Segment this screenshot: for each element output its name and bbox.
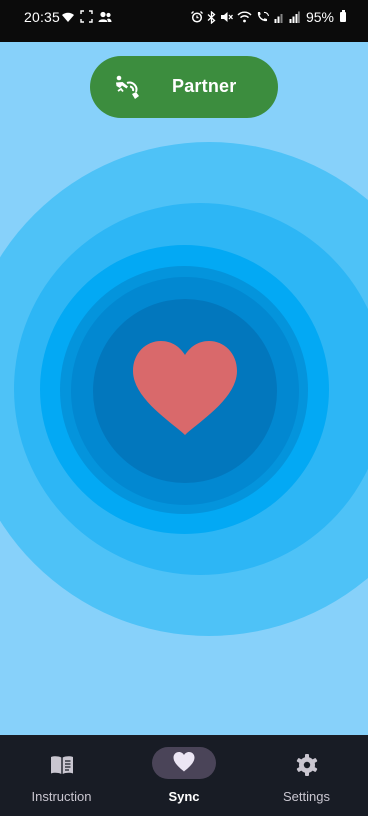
screen-capture-icon [80, 10, 93, 23]
status-time: 20:35 [24, 9, 61, 25]
battery-percent: 95% [305, 9, 334, 25]
partner-label: Partner [172, 76, 237, 96]
nav-item-instruction[interactable]: Instruction [0, 735, 123, 816]
active-indicator [152, 747, 216, 779]
bottom-navigation: Instruction Sync Settings [0, 735, 368, 816]
contacts-icon [98, 11, 112, 22]
wifi-call-icon [257, 11, 270, 22]
wifi-icon [62, 12, 74, 22]
battery-icon [340, 10, 346, 22]
book-icon [50, 756, 73, 774]
signal-icon [274, 14, 283, 23]
status-bar: 20:35 95% [0, 0, 368, 42]
nav-item-settings[interactable]: Settings [245, 735, 368, 816]
heart-icon [173, 752, 195, 772]
status-left-icons [61, 10, 112, 23]
alarm-icon [191, 11, 203, 23]
heart-icon[interactable] [133, 341, 237, 437]
nav-item-sync[interactable]: Sync [123, 735, 245, 816]
wifi-icon [237, 11, 252, 23]
mute-icon [220, 12, 233, 22]
partner-touch-icon [116, 75, 139, 99]
pulse-area [0, 42, 368, 735]
status-right-icons: 95% [191, 9, 346, 25]
nav-label-instruction: Instruction [31, 789, 92, 804]
nav-label-sync: Sync [168, 789, 200, 804]
bluetooth-icon [207, 10, 216, 24]
nav-label-settings: Settings [283, 789, 330, 804]
gear-icon [296, 754, 317, 776]
partner-button[interactable]: Partner [90, 56, 278, 118]
signal-icon [289, 11, 300, 23]
